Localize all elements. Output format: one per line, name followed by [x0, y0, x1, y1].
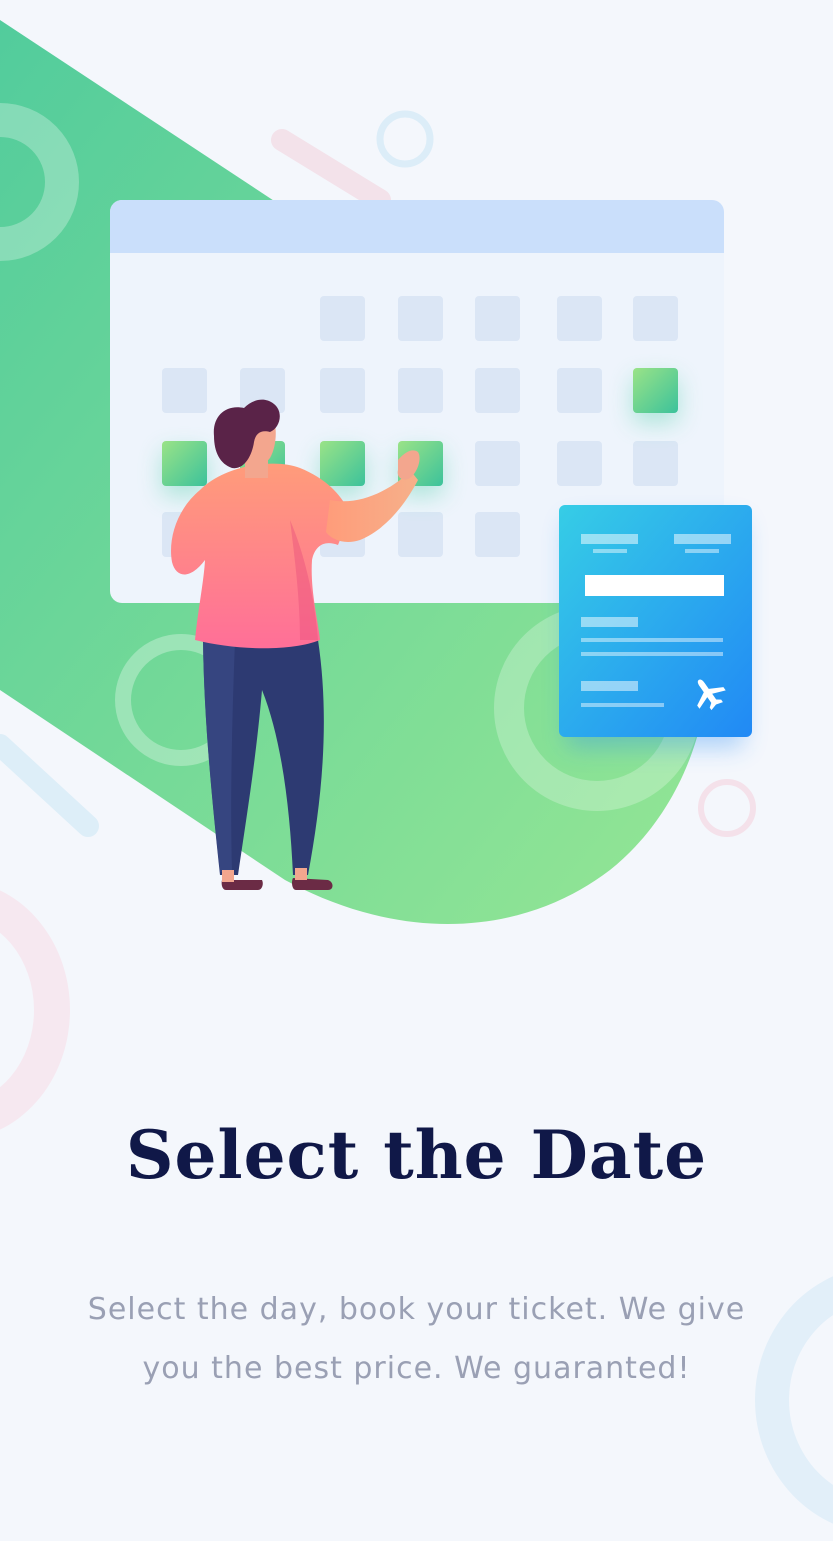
onboarding-text: Select the Date Select the day, book you…: [0, 1100, 833, 1398]
blue-small-ring-decoration: [376, 110, 434, 168]
pink-line-decoration: [271, 129, 391, 211]
page-description: Select the day, book your ticket. We giv…: [87, 1292, 746, 1386]
ticket-card: [559, 505, 752, 748]
page-title: Select the Date: [125, 1116, 708, 1194]
onboarding-screen: Select the Date Select the day, book you…: [0, 0, 833, 1541]
selected-day: [320, 441, 365, 486]
pink-small-ring-decoration: [698, 779, 756, 837]
booking-illustration: [0, 20, 756, 925]
selected-day: [633, 368, 678, 413]
blue-line-decoration: [0, 734, 99, 837]
selected-day: [162, 441, 207, 486]
